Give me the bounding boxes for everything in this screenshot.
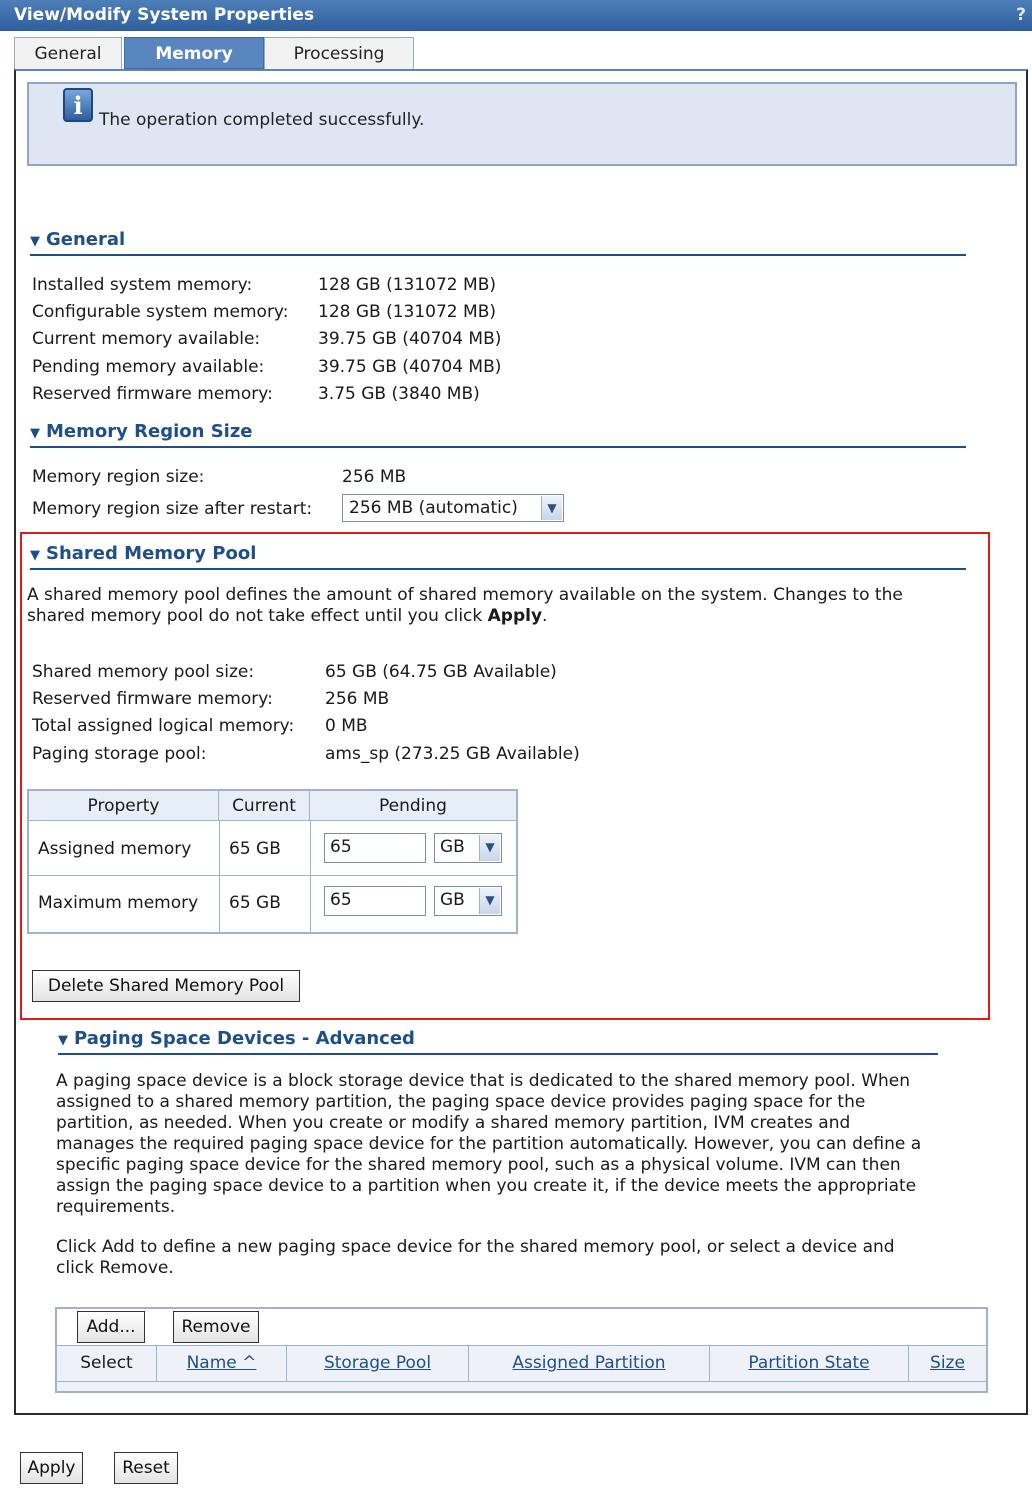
chevron-down-icon[interactable]: ▼: [541, 496, 562, 520]
column-header-partition-state[interactable]: Partition State: [710, 1345, 909, 1381]
region-heading-text: Memory Region Size: [46, 421, 253, 442]
paging-heading-text: Paging Space Devices - Advanced: [74, 1028, 415, 1049]
paging-instructions: Click Add to define a new paging space d…: [56, 1237, 996, 1279]
assigned-unit-value: GB: [440, 837, 465, 857]
installed-memory-label: Installed system memory:: [32, 275, 253, 295]
assigned-memory-current: 65 GB: [229, 839, 281, 859]
pool-size-value: 65 GB (64.75 GB Available): [325, 662, 557, 682]
tab-memory[interactable]: Memory: [124, 37, 264, 69]
maximum-memory-label: Maximum memory: [38, 893, 199, 913]
maximum-memory-unit-select[interactable]: GB ▼: [434, 886, 502, 916]
column-header-current: Current: [219, 791, 310, 821]
reset-button[interactable]: Reset: [114, 1452, 178, 1484]
collapse-arrow-icon: ▼: [30, 548, 40, 563]
collapse-arrow-icon: ▼: [30, 234, 40, 249]
paging-desc-line: manages the required paging space device…: [56, 1134, 922, 1154]
apply-emphasis: Apply: [487, 606, 543, 626]
paging-desc-line: requirements.: [56, 1197, 176, 1217]
column-header-name[interactable]: Name ^: [157, 1345, 287, 1381]
assigned-memory-unit-select[interactable]: GB ▼: [434, 833, 502, 863]
paging-instr-line: Click Add to define a new paging space d…: [56, 1237, 895, 1257]
paging-description: A paging space device is a block storage…: [56, 1071, 996, 1218]
success-message: The operation completed successfully.: [99, 110, 425, 130]
column-divider: [310, 821, 311, 932]
info-icon: i: [63, 88, 93, 122]
maximum-unit-value: GB: [440, 890, 465, 910]
chevron-down-icon[interactable]: ▼: [479, 835, 500, 861]
paging-devices-table: Add... Remove Select Name ^ Storage Pool…: [55, 1307, 988, 1393]
column-header-select: Select: [57, 1345, 157, 1381]
paging-section-heading[interactable]: ▼ Paging Space Devices - Advanced: [58, 1028, 938, 1055]
pool-size-label: Shared memory pool size:: [32, 662, 255, 682]
apply-button[interactable]: Apply: [20, 1452, 83, 1484]
column-header-property: Property: [29, 791, 219, 821]
window-title-bar: View/Modify System Properties ?: [0, 0, 1032, 31]
table-divider: [57, 1381, 986, 1382]
column-header-pending: Pending: [310, 791, 516, 821]
paging-desc-line: A paging space device is a block storage…: [56, 1071, 911, 1091]
window-title: View/Modify System Properties: [14, 5, 315, 25]
paging-pool-label: Paging storage pool:: [32, 744, 207, 764]
maximum-memory-current: 65 GB: [229, 893, 281, 913]
column-header-storage-pool[interactable]: Storage Pool: [287, 1345, 469, 1381]
current-memory-label: Current memory available:: [32, 329, 261, 349]
region-restart-label: Memory region size after restart:: [32, 499, 313, 519]
region-section-heading[interactable]: ▼ Memory Region Size: [30, 421, 966, 448]
column-header-size[interactable]: Size: [909, 1345, 986, 1381]
region-size-selected: 256 MB (automatic): [349, 498, 518, 518]
pending-memory-label: Pending memory available:: [32, 357, 265, 377]
region-size-value: 256 MB: [342, 467, 407, 487]
paging-desc-line: assigned to a shared memory partition, t…: [56, 1092, 866, 1112]
assigned-memory-input[interactable]: 65: [324, 833, 426, 863]
shared-desc-line2: shared memory pool do not take effect un…: [27, 606, 488, 626]
pool-firmware-value: 256 MB: [325, 689, 390, 709]
shared-heading-text: Shared Memory Pool: [46, 543, 257, 564]
general-heading-text: General: [46, 229, 126, 250]
success-message-box: i The operation completed successfully.: [27, 82, 1017, 166]
column-header-assigned-partition[interactable]: Assigned Partition: [469, 1345, 710, 1381]
current-memory-value: 39.75 GB (40704 MB): [318, 329, 502, 349]
column-divider: [219, 821, 220, 932]
reserved-firmware-value: 3.75 GB (3840 MB): [318, 384, 480, 404]
shared-desc-period: .: [542, 606, 548, 626]
help-icon[interactable]: ?: [1016, 0, 1026, 31]
region-size-label: Memory region size:: [32, 467, 205, 487]
pending-memory-value: 39.75 GB (40704 MB): [318, 357, 502, 377]
maximum-memory-input[interactable]: 65: [324, 886, 426, 916]
paging-pool-value: ams_sp (273.25 GB Available): [325, 744, 580, 764]
configurable-memory-label: Configurable system memory:: [32, 302, 289, 322]
paging-desc-line: partition, as needed. When you create or…: [56, 1113, 851, 1133]
configurable-memory-value: 128 GB (131072 MB): [318, 302, 496, 322]
memory-property-table: Property Current Pending Assigned memory…: [27, 789, 518, 934]
paging-desc-line: specific paging space device for the sha…: [56, 1155, 901, 1175]
shared-section-heading[interactable]: ▼ Shared Memory Pool: [30, 543, 966, 570]
collapse-arrow-icon: ▼: [58, 1033, 68, 1048]
shared-desc-line1: A shared memory pool defines the amount …: [27, 585, 903, 605]
region-size-select[interactable]: 256 MB (automatic) ▼: [342, 494, 564, 522]
general-section-heading[interactable]: ▼ General: [30, 229, 966, 256]
tab-general[interactable]: General: [14, 37, 122, 69]
row-divider: [29, 875, 516, 876]
remove-button[interactable]: Remove: [173, 1311, 259, 1343]
shared-description: A shared memory pool defines the amount …: [27, 585, 987, 627]
installed-memory-value: 128 GB (131072 MB): [318, 275, 496, 295]
assigned-memory-label: Assigned memory: [38, 839, 192, 859]
logical-memory-label: Total assigned logical memory:: [32, 716, 295, 736]
pool-firmware-label: Reserved firmware memory:: [32, 689, 273, 709]
collapse-arrow-icon: ▼: [30, 426, 40, 441]
chevron-down-icon[interactable]: ▼: [479, 888, 500, 914]
tab-processing[interactable]: Processing: [264, 37, 414, 69]
add-button[interactable]: Add...: [77, 1311, 145, 1343]
reserved-firmware-label: Reserved firmware memory:: [32, 384, 273, 404]
paging-desc-line: assign the paging space device to a part…: [56, 1176, 917, 1196]
logical-memory-value: 0 MB: [325, 716, 368, 736]
paging-instr-line: click Remove.: [56, 1258, 174, 1278]
delete-shared-pool-button[interactable]: Delete Shared Memory Pool: [32, 970, 300, 1002]
